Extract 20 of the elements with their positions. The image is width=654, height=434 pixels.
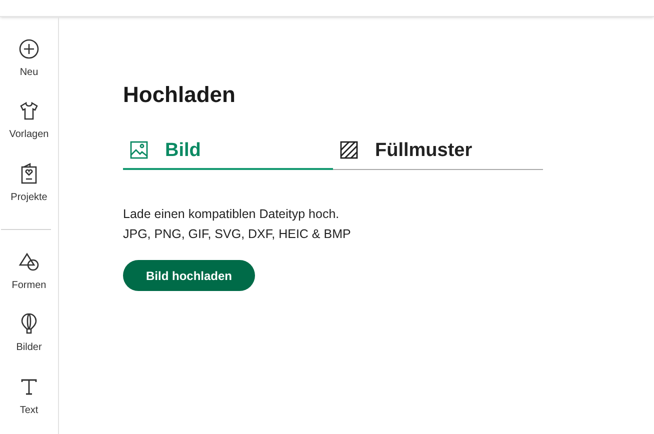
tab[interactable]: Füllmuster: [333, 137, 543, 170]
sidebar-item-label[interactable]: Formen: [12, 278, 46, 293]
tab[interactable]: Bild: [123, 137, 333, 170]
sidebar-item-label[interactable]: Projekte: [10, 190, 48, 205]
text-icon: [20, 378, 38, 396]
shapes-icon: [18, 252, 40, 272]
image-icon: [130, 141, 148, 159]
description-text: Lade einen kompatiblen Dateityp hoch.: [123, 206, 340, 223]
plus-icon: [19, 39, 39, 59]
sidebar-item-label[interactable]: Bilder: [16, 340, 42, 356]
card-icon: [20, 162, 38, 185]
sidebar-item-label[interactable]: Neu: [20, 65, 38, 80]
balloon-icon: [20, 313, 38, 336]
panel-title: Hochladen: [123, 81, 236, 109]
description-text: JPG, PNG, GIF, SVG, DXF, HEIC & BMP: [123, 226, 352, 243]
sidebar-item-label[interactable]: Vorlagen: [9, 127, 49, 142]
upload-button[interactable]: Bild hochladen: [123, 260, 255, 291]
pattern-icon: [340, 141, 358, 159]
sidebar-item-label[interactable]: Text: [20, 402, 38, 418]
shirt-icon: [18, 101, 39, 122]
